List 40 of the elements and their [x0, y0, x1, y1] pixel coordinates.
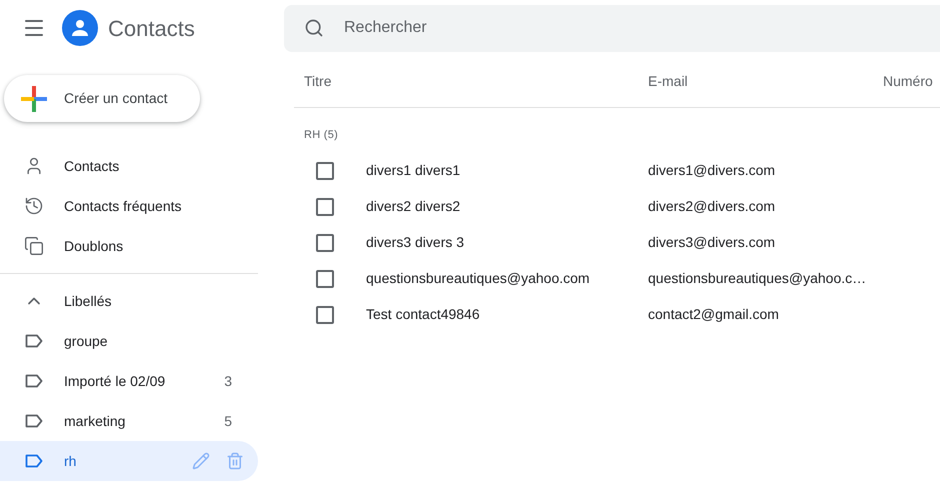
row-checkbox[interactable]: [316, 198, 334, 216]
labels-header[interactable]: Libellés: [0, 281, 270, 321]
label-count: 5: [224, 412, 232, 430]
label-icon: [25, 374, 43, 388]
row-checkbox[interactable]: [316, 162, 334, 180]
row-checkbox[interactable]: [316, 306, 334, 324]
contacts-logo-icon: [62, 10, 98, 46]
row-checkbox[interactable]: [316, 234, 334, 252]
nav-item[interactable]: Contacts: [0, 146, 258, 186]
contact-email: divers1@divers.com: [648, 161, 776, 180]
contact-name: divers1 divers1: [366, 161, 462, 180]
label-icon: [25, 334, 43, 348]
column-header: Numéro: [883, 72, 933, 91]
column-header: E-mail: [648, 72, 689, 91]
label-icon: [25, 414, 43, 428]
history-icon: [24, 196, 44, 216]
nav-item[interactable]: Contacts fréquents: [0, 186, 258, 226]
contact-email: contact2@gmail.com: [648, 305, 779, 324]
label-item[interactable]: Importé le 02/09 3: [0, 361, 258, 401]
label-count: 3: [224, 372, 232, 390]
contact-name: Test contact49846: [366, 305, 481, 324]
search-field[interactable]: Rechercher: [284, 4, 940, 52]
contact-name: divers3 divers 3: [366, 233, 466, 252]
label-item[interactable]: marketing 5: [0, 401, 258, 441]
contact-email: questionsbureautiques@yahoo.c…: [648, 269, 866, 288]
contact-name: divers2 divers2: [366, 197, 462, 216]
row-checkbox[interactable]: [316, 270, 334, 288]
duplicates-icon: [24, 236, 44, 256]
plus-icon: [21, 86, 47, 112]
app-title: Contacts: [108, 14, 195, 42]
nav-item[interactable]: Doublons: [0, 226, 258, 266]
create-contact-button[interactable]: Créer un contact: [4, 75, 200, 122]
contact-name: questionsbureautiques@yahoo.com: [366, 269, 591, 288]
label-item[interactable]: groupe: [0, 321, 258, 361]
column-header: Titre: [304, 72, 332, 91]
label-icon: [25, 454, 43, 468]
contact-email: divers2@divers.com: [648, 197, 776, 216]
contact-email: divers3@divers.com: [648, 233, 776, 252]
search-icon: [304, 18, 324, 38]
group-heading: RH (5): [304, 128, 340, 143]
